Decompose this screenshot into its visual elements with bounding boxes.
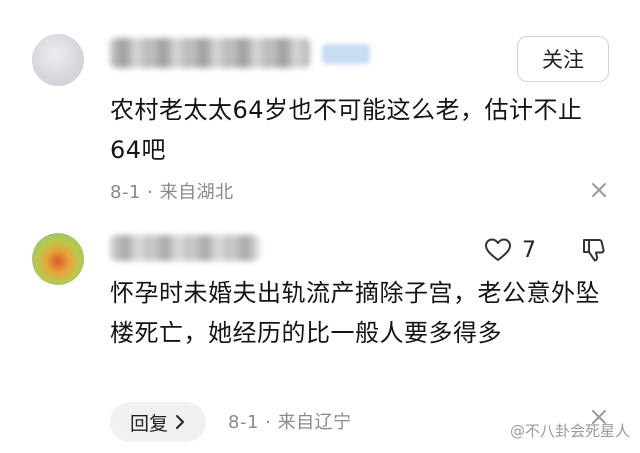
reply-button[interactable]: 回复 xyxy=(110,402,206,442)
like-button[interactable]: 7 xyxy=(484,235,536,265)
meta-separator: · xyxy=(147,182,154,203)
comment-date: 8-1 xyxy=(110,182,141,203)
comment-location: 来自湖北 xyxy=(159,182,234,203)
user-badge-blurred xyxy=(322,44,370,64)
comment-location: 来自辽宁 xyxy=(277,412,352,433)
comment-date: 8-1 xyxy=(228,412,259,433)
chevron-right-icon xyxy=(176,415,184,429)
comment-item: 7 怀孕时未婚夫出轨流产摘除子宫，老公意外坠楼死亡，她经历的比一般人要多得多 回… xyxy=(0,215,640,453)
like-count: 7 xyxy=(522,237,536,263)
comment-text: 农村老太太64岁也不可能这么老，估计不止64吧 xyxy=(110,96,583,164)
username-blurred[interactable] xyxy=(110,38,310,68)
avatar[interactable] xyxy=(32,34,84,86)
follow-button[interactable]: 关注 xyxy=(517,36,609,82)
comment-text: 怀孕时未婚夫出轨流产摘除子宫，老公意外坠楼死亡，她经历的比一般人要多得多 xyxy=(110,279,600,347)
comment-meta: 8-1 · 来自辽宁 xyxy=(228,408,352,434)
watermark: @不八卦会死星人 xyxy=(510,420,630,441)
thumbs-down-icon[interactable] xyxy=(580,237,606,263)
heart-icon xyxy=(485,238,511,261)
reply-label: 回复 xyxy=(129,412,168,435)
username-blurred[interactable] xyxy=(110,235,260,261)
comment-item: 关注 农村老太太64岁也不可能这么老，估计不止64吧 8-1 · 来自湖北 xyxy=(0,0,640,215)
avatar[interactable] xyxy=(32,233,84,285)
close-icon[interactable] xyxy=(590,181,608,199)
watermark-text: @不八卦会死星人 xyxy=(509,422,630,440)
comment-meta: 8-1 · 来自湖北 xyxy=(110,178,234,204)
meta-separator: · xyxy=(265,412,272,433)
